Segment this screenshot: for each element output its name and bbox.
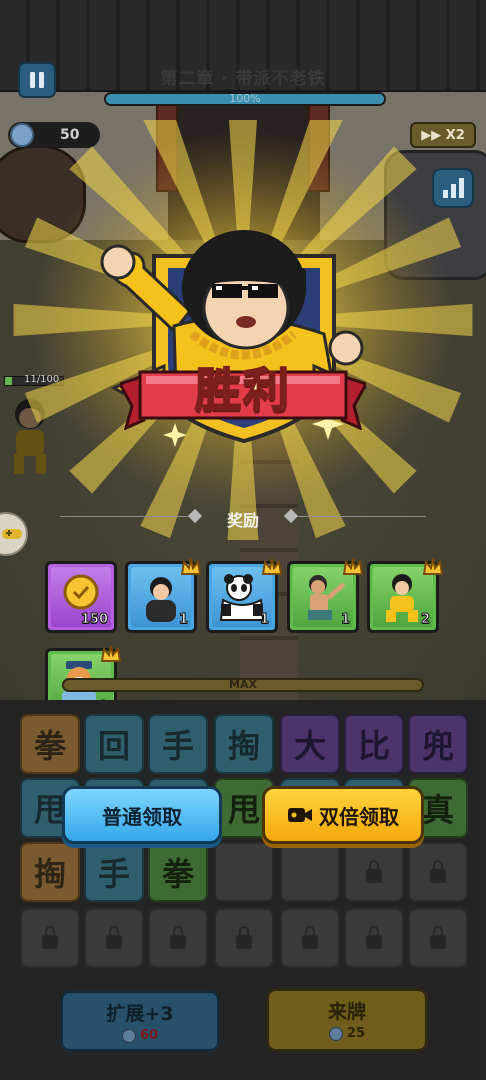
lock-icon [430, 926, 446, 949]
lock-icon [302, 926, 318, 949]
reward-card-fat-guy[interactable]: 1 [125, 558, 202, 633]
locked-slot[interactable] [280, 908, 340, 968]
card-tile[interactable]: 手 [148, 714, 208, 774]
empty-slot[interactable] [280, 842, 340, 902]
reward-card-panda[interactable]: 1 [206, 558, 283, 633]
card-tile[interactable]: 比 [344, 714, 404, 774]
chapter-title: 第二章 · 带派不老铁 [160, 69, 326, 89]
deal-label: 来牌 [327, 1001, 366, 1023]
reward-card-kungfu-fighter[interactable]: 1 [287, 558, 364, 633]
lock-icon [42, 926, 58, 949]
max-label: MAX [229, 678, 257, 691]
card-tile[interactable]: 掏 [214, 714, 274, 774]
card-tile[interactable]: 拳 [148, 842, 208, 902]
victory-title: 胜利 [194, 362, 291, 418]
locked-slot[interactable] [408, 908, 468, 968]
reward-card-coins[interactable]: 150 [45, 561, 117, 633]
card-tile[interactable]: 手 [84, 842, 144, 902]
lock-icon [366, 860, 382, 883]
double-claim-label: 双倍领取 [319, 804, 399, 829]
reward-header: 奖励 [60, 507, 426, 530]
reward-count: 1 [340, 612, 350, 628]
deal-cards-button[interactable]: 来牌 25 [266, 988, 428, 1052]
coin-icon [328, 1026, 343, 1041]
reward-title: 奖励 [226, 511, 259, 530]
reward-count: 1 [259, 612, 269, 628]
upgrade-crown-icon [180, 558, 202, 575]
upgrade-crown-icon [100, 645, 122, 662]
card-tile[interactable]: 大 [280, 714, 340, 774]
upgrade-crown-icon [342, 558, 364, 575]
lock-icon [170, 926, 186, 949]
locked-slot[interactable] [408, 842, 468, 902]
reward-count: 1 [178, 612, 188, 628]
stage-progress-text: 100% [229, 92, 261, 105]
upgrade-crown-icon [261, 558, 283, 575]
reward-card-yellow-suit[interactable]: 2 [367, 558, 444, 633]
locked-slot[interactable] [20, 908, 80, 968]
lock-icon [430, 860, 446, 883]
expand-label: 扩展+3 [106, 1003, 174, 1025]
locked-slot[interactable] [344, 842, 404, 902]
expand-button[interactable]: 扩展+3 60 [60, 990, 220, 1052]
card-tile[interactable]: 回 [84, 714, 144, 774]
video-ad-icon [288, 808, 312, 822]
upgrade-crown-icon [422, 558, 444, 575]
lock-icon [106, 926, 122, 949]
card-tile[interactable]: 拳 [20, 714, 80, 774]
lock-icon [236, 926, 252, 949]
double-claim-button[interactable]: 双倍领取 [262, 786, 424, 844]
card-tile[interactable]: 掏 [20, 842, 80, 902]
coin-icon [121, 1028, 136, 1043]
card-tile[interactable]: 兜 [408, 714, 468, 774]
locked-slot[interactable] [214, 908, 274, 968]
locked-slot[interactable] [84, 908, 144, 968]
reward-count: 2 [420, 612, 430, 628]
expand-cost: 60 [139, 1028, 159, 1043]
lock-icon [366, 926, 382, 949]
normal-claim-label: 普通领取 [102, 804, 182, 829]
locked-slot[interactable] [148, 908, 208, 968]
reward-count: 150 [80, 612, 108, 628]
normal-claim-button[interactable]: 普通领取 [62, 786, 222, 844]
empty-slot[interactable] [214, 842, 274, 902]
locked-slot[interactable] [344, 908, 404, 968]
deal-cost: 25 [346, 1026, 366, 1041]
